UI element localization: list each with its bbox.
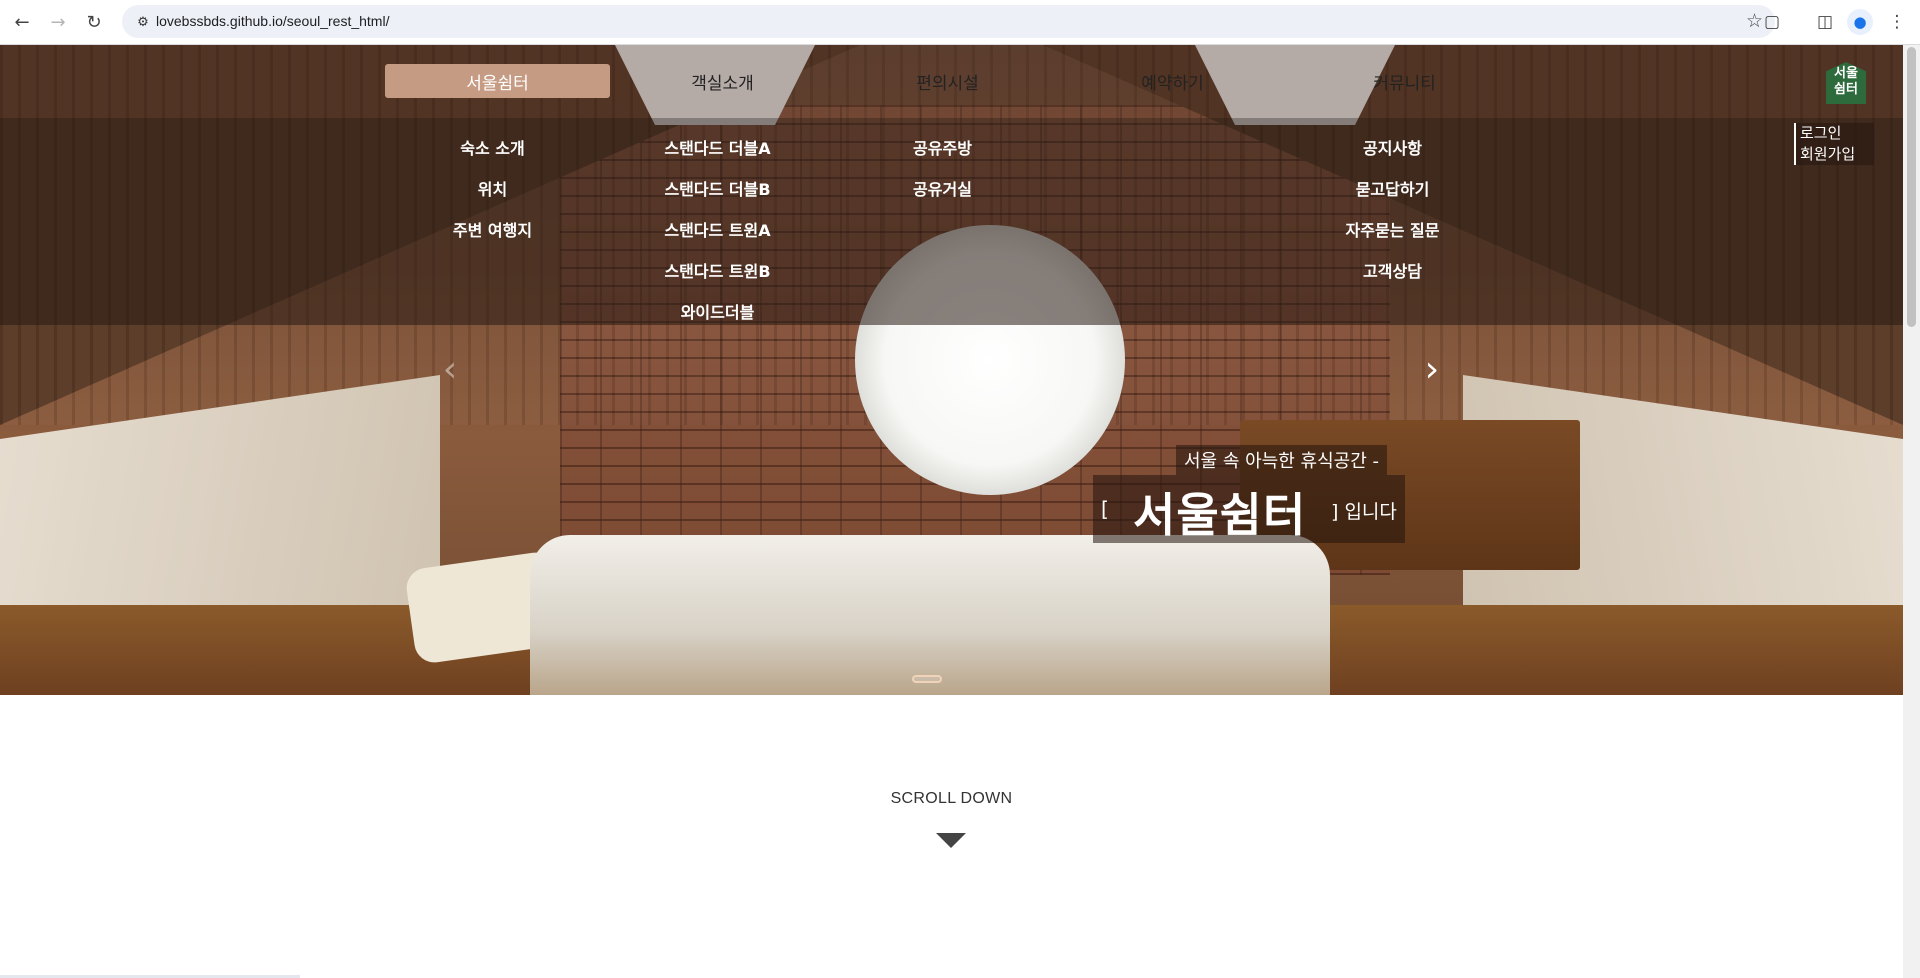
hero-tagline: 서울 속 아늑한 휴식공간 - (1176, 445, 1387, 475)
caption-title: 서울쉼터 (1133, 488, 1307, 542)
browser-toolbar: ← → ↻ ⚙ lovebssbds.github.io/seoul_rest_… (0, 0, 1920, 45)
slider-pagination-dot[interactable] (912, 675, 942, 683)
submenu-item[interactable]: 고객상담 (1280, 249, 1505, 290)
submenu-item[interactable]: 스탠다드 트윈A (605, 208, 830, 249)
submenu-item[interactable]: 묻고답하기 (1280, 167, 1505, 208)
scrollbar-thumb[interactable] (1907, 47, 1916, 327)
login-link[interactable]: 로그인 (1794, 123, 1874, 144)
submenu-item[interactable]: 자주묻는 질문 (1280, 208, 1505, 249)
hero-photo-bed (530, 535, 1330, 695)
submenu-item[interactable]: 공유거실 (830, 167, 1055, 208)
nav-item-facilities[interactable]: 편의시설 (835, 64, 1060, 98)
nav-item-community[interactable]: 커뮤니티 (1292, 64, 1517, 98)
submenu-item[interactable]: 스탠다드 더블B (605, 167, 830, 208)
forward-icon[interactable]: → (44, 8, 72, 36)
member-links: 로그인 회원가입 (1794, 123, 1874, 165)
site-logo[interactable]: 서울 쉼터 (1826, 62, 1866, 104)
menu-kebab-icon[interactable]: ⋮ (1884, 9, 1910, 35)
submenu-item[interactable]: 와이드더블 (605, 290, 830, 331)
side-panel-icon[interactable]: ◫ (1812, 9, 1838, 35)
scroll-down-label: SCROLL DOWN (890, 790, 1013, 807)
submenu-item[interactable]: 공지사항 (1280, 126, 1505, 167)
submenu-item[interactable]: 주변 여행지 (380, 208, 605, 249)
slider-next-chevron-right-icon[interactable]: › (1415, 350, 1449, 390)
nav-item-seoul-shelter[interactable]: 서울쉼터 (385, 64, 610, 98)
submenu-item[interactable]: 스탠다드 더블A (605, 126, 830, 167)
logo-text-line2: 쉼터 (1834, 82, 1858, 97)
submenu-item[interactable]: 위치 (380, 167, 605, 208)
reload-icon[interactable]: ↻ (80, 8, 108, 36)
submenu-col-about: 숙소 소개 위치 주변 여행지 (380, 126, 605, 249)
url-text[interactable]: lovebssbds.github.io/seoul_rest_html/ (156, 13, 389, 29)
submenu-item[interactable]: 숙소 소개 (380, 126, 605, 167)
site-info-icon[interactable]: ⚙ (132, 11, 154, 33)
nav-item-reservation[interactable]: 예약하기 (1060, 64, 1285, 98)
submenu-item[interactable]: 스탠다드 트윈B (605, 249, 830, 290)
hero-slider: 숙소 소개 위치 주변 여행지 스탠다드 더블A 스탠다드 더블B 스탠다드 트… (0, 45, 1903, 695)
back-icon[interactable]: ← (8, 8, 36, 36)
caption-bracket-close: ] 입니다 (1331, 501, 1397, 523)
submenu-item[interactable]: 공유주방 (830, 126, 1055, 167)
hero-caption: [ 서울쉼터 ] 입니다 (1093, 475, 1405, 543)
main-nav: 서울쉼터 객실소개 편의시설 예약하기 커뮤니티 서울 쉼터 (0, 45, 1903, 118)
address-bar[interactable]: ⚙ lovebssbds.github.io/seoul_rest_html/ … (122, 5, 1775, 38)
join-link[interactable]: 회원가입 (1794, 144, 1874, 165)
extensions-icon[interactable]: ▢ (1759, 9, 1785, 35)
submenu-col-rooms: 스탠다드 더블A 스탠다드 더블B 스탠다드 트윈A 스탠다드 트윈B 와이드더… (605, 126, 830, 331)
profile-icon[interactable]: ● (1847, 9, 1873, 35)
submenu-col-facilities: 공유주방 공유거실 (830, 126, 1055, 208)
page-scrollbar[interactable] (1903, 45, 1920, 978)
submenu-panel: 숙소 소개 위치 주변 여행지 스탠다드 더블A 스탠다드 더블B 스탠다드 트… (0, 118, 1903, 325)
submenu-col-community: 공지사항 묻고답하기 자주묻는 질문 고객상담 (1280, 126, 1505, 290)
caption-bracket-open: [ (1101, 497, 1109, 521)
page-viewport: 숙소 소개 위치 주변 여행지 스탠다드 더블A 스탠다드 더블B 스탠다드 트… (0, 45, 1903, 978)
slider-prev-chevron-left-icon[interactable]: ‹ (433, 350, 467, 390)
scroll-down-triangle-icon[interactable] (936, 833, 966, 848)
nav-item-rooms[interactable]: 객실소개 (610, 64, 835, 98)
logo-text-line1: 서울 (1834, 66, 1858, 81)
